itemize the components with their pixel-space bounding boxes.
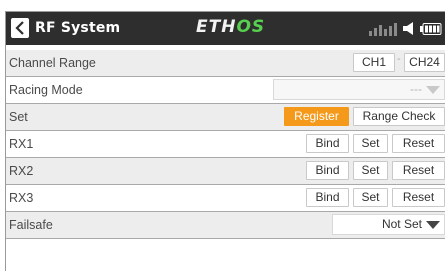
rx3-reset-button[interactable]: Reset (392, 188, 445, 207)
failsafe-row: Failsafe Not Set (6, 212, 445, 239)
rx3-label: RX3 (9, 191, 34, 205)
channel-range-separator: - (397, 53, 401, 65)
racing-mode-label: Racing Mode (9, 83, 83, 97)
rx1-label: RX1 (9, 137, 34, 151)
range-check-button[interactable]: Range Check (353, 107, 445, 126)
header-bar: RF System ETHOS (6, 12, 445, 45)
page-title: RF System (35, 20, 121, 36)
back-arrow-icon (15, 21, 24, 35)
rx2-label: RX2 (9, 164, 34, 178)
rx2-row: RX2 Bind Set Reset (6, 158, 445, 185)
signal-strength-icon (369, 23, 397, 36)
rx3-row: RX3 Bind Set Reset (6, 185, 445, 212)
racing-mode-dropdown[interactable]: --- (273, 79, 445, 100)
channel-range-row: Channel Range CH1 - CH24 (6, 50, 445, 77)
rx1-set-button[interactable]: Set (353, 134, 388, 153)
set-row: Set Register Range Check (6, 104, 445, 131)
channel-end-field[interactable]: CH24 (404, 53, 445, 72)
racing-mode-row: Racing Mode --- (6, 77, 445, 104)
battery-icon (420, 23, 442, 35)
register-button[interactable]: Register (284, 107, 349, 126)
rf-system-screen: RF System ETHOS Channel Range CH1 - CH24… (5, 11, 445, 271)
rx2-set-button[interactable]: Set (353, 161, 388, 180)
rx1-bind-button[interactable]: Bind (306, 134, 349, 153)
logo-text-eth: ETH (196, 17, 237, 37)
racing-mode-value: --- (410, 82, 422, 96)
channel-range-label: Channel Range (9, 56, 96, 70)
logo-text-os: OS (236, 17, 266, 37)
dropdown-caret-icon (426, 86, 440, 94)
rx1-row: RX1 Bind Set Reset (6, 131, 445, 158)
set-label: Set (9, 110, 28, 124)
failsafe-value: Not Set (381, 217, 422, 231)
rx1-reset-button[interactable]: Reset (392, 134, 445, 153)
settings-list: Channel Range CH1 - CH24 Racing Mode ---… (6, 50, 445, 239)
speaker-icon (403, 22, 413, 35)
back-button[interactable] (11, 18, 29, 38)
failsafe-label: Failsafe (9, 218, 53, 232)
failsafe-dropdown[interactable]: Not Set (332, 214, 445, 235)
rx2-reset-button[interactable]: Reset (392, 161, 445, 180)
rx3-bind-button[interactable]: Bind (306, 188, 349, 207)
rx2-bind-button[interactable]: Bind (306, 161, 349, 180)
dropdown-caret-icon (426, 221, 440, 229)
rx3-set-button[interactable]: Set (353, 188, 388, 207)
channel-start-field[interactable]: CH1 (353, 53, 395, 72)
ethos-logo: ETHOS (196, 17, 265, 39)
